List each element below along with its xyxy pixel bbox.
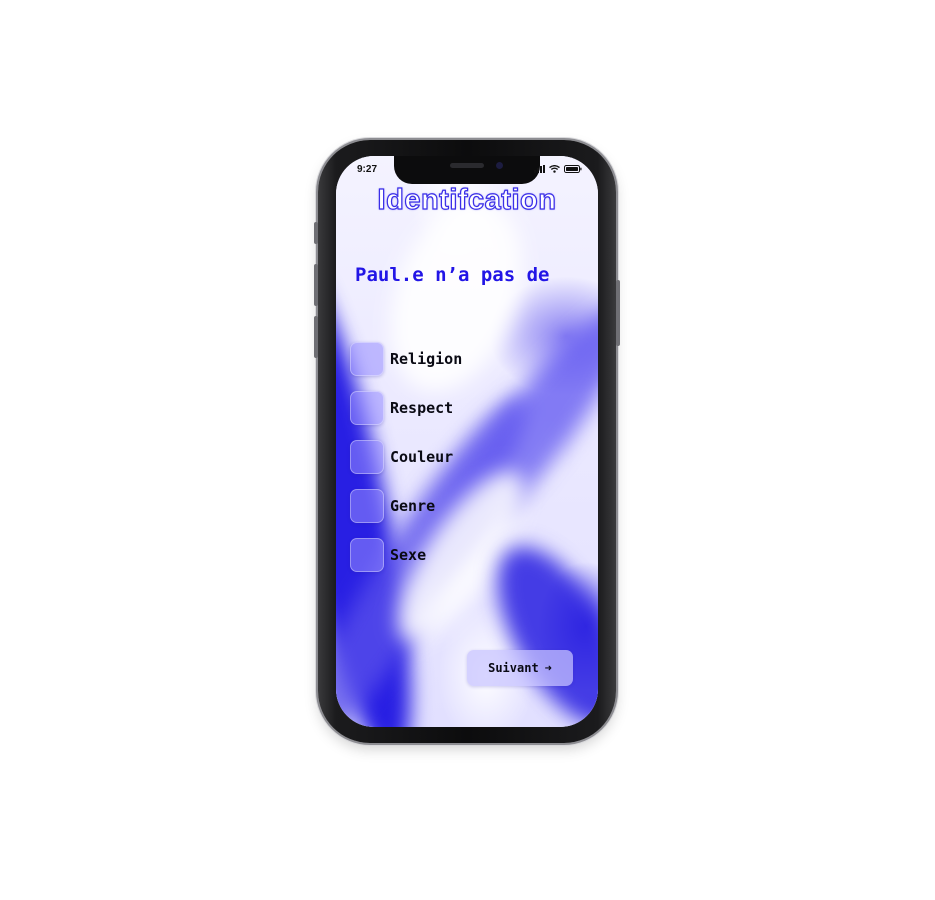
checkbox[interactable] — [350, 342, 384, 376]
wifi-icon — [549, 165, 560, 173]
option-sexe[interactable]: Sexe — [350, 538, 462, 572]
checkbox[interactable] — [350, 538, 384, 572]
phone-screen: 9:27 Identifcation Paul.e n’a pas de Rel… — [336, 156, 598, 727]
silent-switch — [314, 222, 318, 244]
option-respect[interactable]: Respect — [350, 391, 462, 425]
signal-icon — [534, 165, 545, 173]
front-camera — [496, 162, 503, 169]
stage: 9:27 Identifcation Paul.e n’a pas de Rel… — [0, 0, 935, 900]
speaker-grille — [450, 163, 484, 168]
checkbox[interactable] — [350, 489, 384, 523]
option-religion[interactable]: Religion — [350, 342, 462, 376]
volume-up-button — [314, 264, 318, 306]
option-label: Religion — [390, 350, 463, 368]
next-button[interactable]: Suivant ➜ — [467, 650, 573, 686]
option-label: Couleur — [390, 448, 454, 466]
option-genre[interactable]: Genre — [350, 489, 462, 523]
option-label: Sexe — [390, 546, 427, 564]
option-couleur[interactable]: Couleur — [350, 440, 462, 474]
checkbox[interactable] — [350, 391, 384, 425]
power-button — [616, 280, 620, 346]
option-label: Respect — [390, 399, 454, 417]
volume-down-button — [314, 316, 318, 358]
status-time: 9:27 — [357, 164, 378, 175]
status-icons — [534, 165, 582, 173]
question-text: Paul.e n’a pas de — [355, 264, 550, 286]
phone-frame: 9:27 Identifcation Paul.e n’a pas de Rel… — [314, 140, 620, 743]
page-title: Identifcation — [377, 183, 557, 216]
battery-icon — [564, 165, 582, 173]
notch — [394, 156, 540, 184]
options-list: Religion Respect Couleur Genre Sexe — [350, 342, 462, 587]
next-button-label: Suivant — [488, 661, 539, 675]
checkbox[interactable] — [350, 440, 384, 474]
option-label: Genre — [390, 497, 436, 515]
arrow-right-icon: ➜ — [544, 661, 552, 675]
